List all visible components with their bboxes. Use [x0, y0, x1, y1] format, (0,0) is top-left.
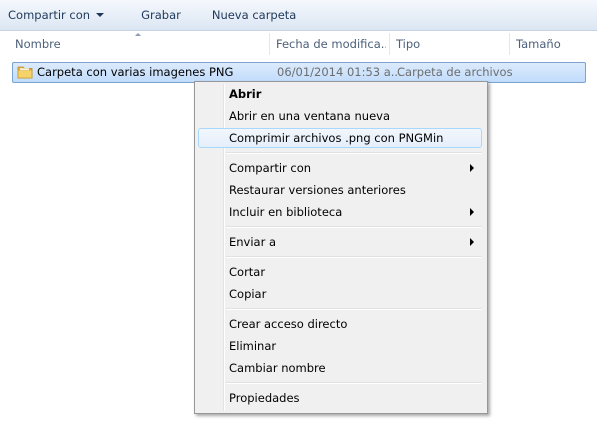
share-with-button[interactable]: Compartir con	[1, 8, 111, 22]
menu-item-send-to[interactable]: Enviar a	[198, 232, 482, 252]
column-header-type[interactable]: Tipo	[396, 31, 506, 57]
column-header-date[interactable]: Fecha de modifica...	[276, 31, 386, 57]
menu-item-label: Comprimir archivos .png con PNGMin	[229, 131, 444, 145]
menu-item-rename[interactable]: Cambiar nombre	[198, 358, 482, 378]
menu-item-create-shortcut[interactable]: Crear acceso directo	[198, 314, 482, 334]
menu-item-compress-pngmin[interactable]: Comprimir archivos .png con PNGMin	[198, 128, 482, 148]
menu-item-restore-versions[interactable]: Restaurar versiones anteriores	[198, 180, 482, 200]
menu-item-label: Propiedades	[229, 391, 300, 405]
menu-item-label: Compartir con	[229, 161, 312, 175]
burn-button[interactable]: Grabar	[134, 8, 188, 22]
column-divider[interactable]	[509, 33, 510, 55]
menu-item-label: Cambiar nombre	[229, 361, 326, 375]
menu-item-label: Eliminar	[229, 339, 277, 353]
menu-item-label: Enviar a	[229, 235, 277, 249]
menu-item-label: Copiar	[229, 287, 267, 301]
menu-item-label: Crear acceso directo	[229, 317, 348, 331]
menu-item-cut[interactable]: Cortar	[198, 262, 482, 282]
menu-item-label: Restaurar versiones anteriores	[229, 183, 406, 197]
menu-separator	[226, 152, 482, 154]
share-with-label: Compartir con	[8, 8, 91, 22]
submenu-arrow-icon	[470, 164, 474, 172]
menu-separator	[226, 308, 482, 310]
menu-separator	[226, 226, 482, 228]
menu-item-open[interactable]: Abrir	[198, 84, 482, 104]
menu-separator	[226, 256, 482, 258]
command-bar: Compartir con Grabar Nueva carpeta	[0, 0, 597, 31]
menu-item-label: Cortar	[229, 265, 266, 279]
submenu-arrow-icon	[470, 238, 474, 246]
column-divider[interactable]	[269, 33, 270, 55]
menu-item-open-new-window[interactable]: Abrir en una ventana nueva	[198, 106, 482, 126]
file-name: Carpeta con varias imagenes PNG	[37, 65, 234, 79]
menu-item-label: Abrir en una ventana nueva	[229, 109, 390, 123]
menu-item-include-library[interactable]: Incluir en biblioteca	[198, 202, 482, 222]
column-header-name[interactable]: Nombre	[15, 31, 265, 57]
folder-icon	[17, 66, 33, 79]
menu-item-share-with[interactable]: Compartir con	[198, 158, 482, 178]
submenu-arrow-icon	[470, 208, 474, 216]
menu-item-properties[interactable]: Propiedades	[198, 388, 482, 408]
column-headers: Nombre Fecha de modifica... Tipo Tamaño	[0, 31, 597, 57]
menu-separator	[226, 382, 482, 384]
column-header-size[interactable]: Tamaño	[516, 31, 591, 57]
menu-item-label: Incluir en biblioteca	[229, 205, 343, 219]
new-folder-button[interactable]: Nueva carpeta	[205, 8, 304, 22]
file-date: 06/01/2014 01:53 a...	[277, 65, 402, 79]
context-menu: Abrir Abrir en una ventana nueva Comprim…	[194, 81, 488, 414]
menu-item-delete[interactable]: Eliminar	[198, 336, 482, 356]
file-row-selected[interactable]: Carpeta con varias imagenes PNG 06/01/20…	[12, 62, 586, 83]
menu-item-label: Abrir	[229, 87, 262, 101]
chevron-down-icon	[96, 13, 105, 17]
menu-item-copy[interactable]: Copiar	[198, 284, 482, 304]
file-type: Carpeta de archivos	[397, 65, 513, 79]
column-divider[interactable]	[389, 33, 390, 55]
